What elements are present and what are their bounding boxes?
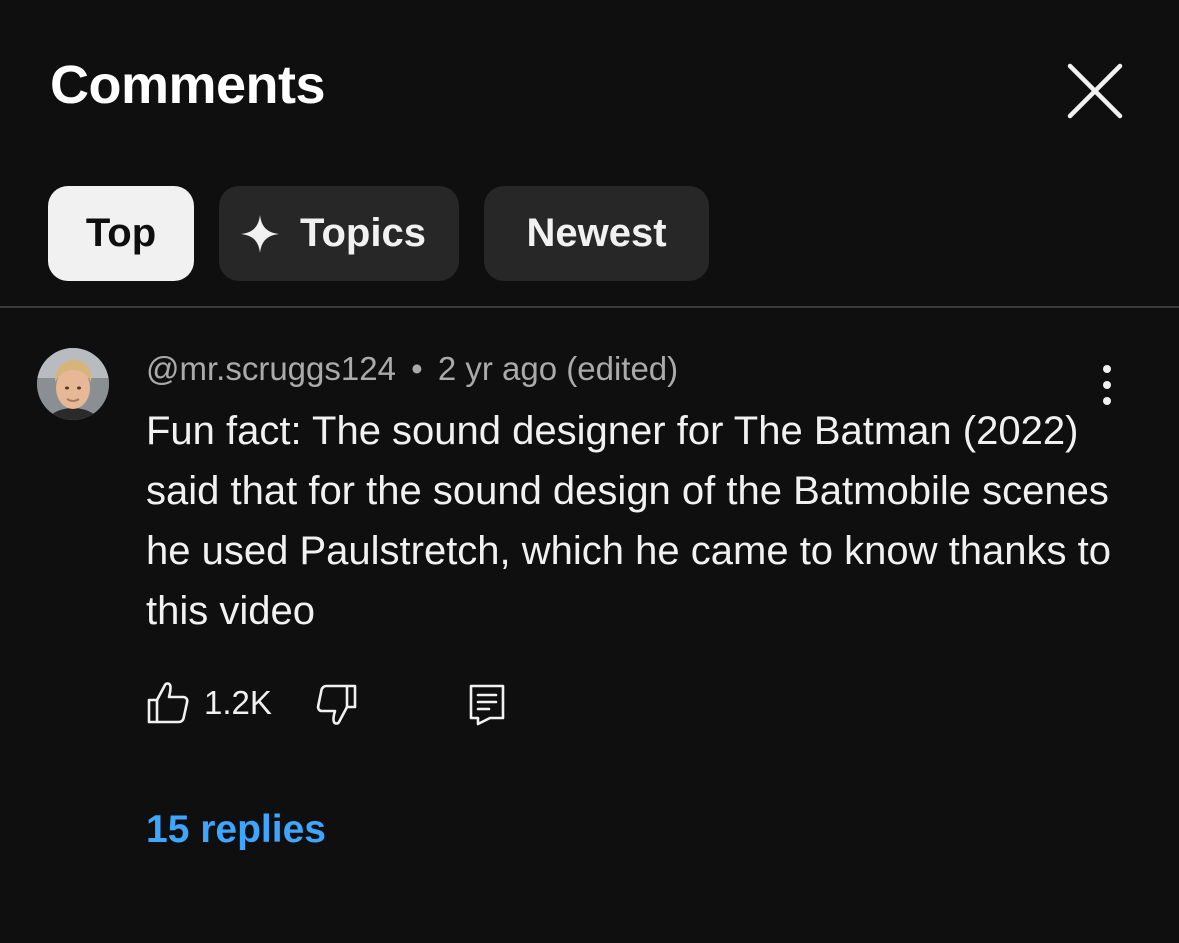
comment-author[interactable]: @mr.scruggs124 xyxy=(146,350,396,387)
avatar-image xyxy=(37,348,109,420)
reply-comment-icon xyxy=(469,684,505,726)
reply-button[interactable] xyxy=(466,682,508,728)
comments-panel: Comments Top Topics Newest @mr.scruggs12… xyxy=(0,0,1179,943)
chip-topics[interactable]: Topics xyxy=(219,186,459,281)
comment-meta: @mr.scruggs124 • 2 yr ago (edited) xyxy=(146,350,678,388)
like-count: 1.2K xyxy=(204,684,272,721)
sort-chips: Top Topics Newest xyxy=(48,186,709,281)
close-button[interactable] xyxy=(1062,58,1128,124)
comment-text: Fun fact: The sound designer for The Bat… xyxy=(146,409,1111,633)
thumbs-up-icon xyxy=(147,682,189,724)
avatar[interactable] xyxy=(37,348,109,420)
panel-title: Comments xyxy=(50,55,326,115)
chip-top-label: Top xyxy=(85,211,157,255)
comment-time: 2 yr ago (edited) xyxy=(437,350,679,387)
chip-top[interactable]: Top xyxy=(48,186,194,281)
divider xyxy=(0,306,1179,308)
close-icon xyxy=(1067,63,1123,119)
chip-newest-label: Newest xyxy=(526,211,667,255)
meta-separator: • xyxy=(411,350,423,387)
replies-link[interactable]: 15 replies xyxy=(146,808,326,852)
like-button[interactable] xyxy=(146,680,190,726)
dislike-button[interactable] xyxy=(316,682,358,728)
sparkle-icon xyxy=(238,212,282,256)
chip-topics-label: Topics xyxy=(300,211,426,255)
chip-newest[interactable]: Newest xyxy=(484,186,709,281)
thumbs-down-icon xyxy=(316,684,357,725)
